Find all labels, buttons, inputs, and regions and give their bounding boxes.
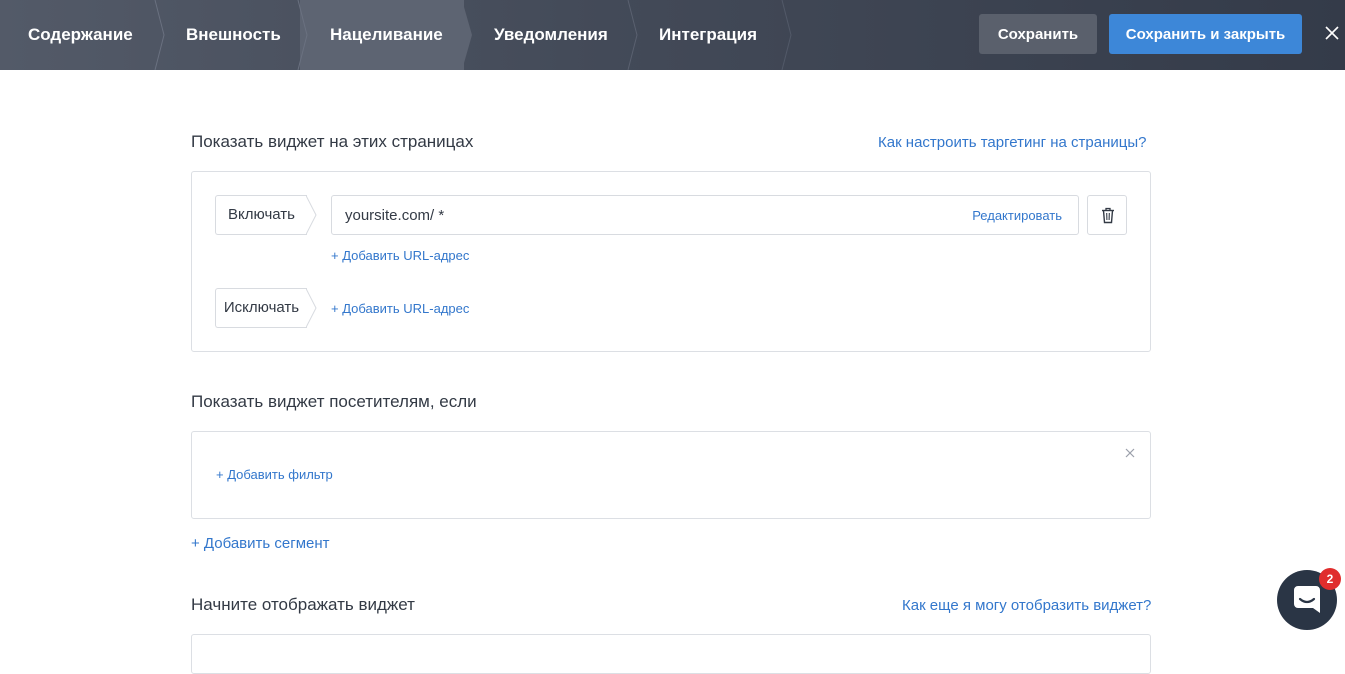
display-section-title: Начните отображать виджет	[191, 595, 415, 615]
tag-arrow-icon	[306, 288, 317, 328]
chat-notification-badge: 2	[1319, 568, 1341, 590]
close-icon[interactable]	[1321, 22, 1343, 44]
step-targeting[interactable]: Нацеливание	[330, 0, 460, 70]
include-label: Включать	[228, 206, 295, 223]
exclude-tag: Исключать	[215, 288, 307, 328]
wizard-steps: Содержание Внешность Нацеливание Уведомл…	[0, 0, 800, 70]
exclude-add-url-link[interactable]: + Добавить URL-адрес	[331, 301, 469, 316]
page-targeting-help-link[interactable]: Как настроить таргетинг на страницы?	[878, 134, 1147, 151]
include-url-value: yoursite.com/ *	[345, 207, 444, 224]
top-bar: Содержание Внешность Нацеливание Уведомл…	[0, 0, 1345, 70]
visitors-filter-panel	[191, 431, 1151, 519]
step-appearance[interactable]: Внешность	[186, 0, 296, 70]
exclude-label: Исключать	[224, 299, 299, 316]
include-tag: Включать	[215, 195, 307, 235]
save-and-close-button[interactable]: Сохранить и закрыть	[1109, 14, 1302, 54]
visitors-section-title: Показать виджет посетителям, если	[191, 392, 477, 412]
chat-icon	[1292, 584, 1322, 616]
pages-section-title: Показать виджет на этих страницах	[191, 132, 473, 152]
delete-url-button[interactable]	[1087, 195, 1127, 235]
edit-url-link[interactable]: Редактировать	[972, 208, 1062, 223]
include-url-field[interactable]: yoursite.com/ * Редактировать	[331, 195, 1079, 235]
tag-arrow-icon	[306, 195, 317, 235]
include-add-url-link[interactable]: + Добавить URL-адрес	[331, 248, 469, 263]
step-notifications[interactable]: Уведомления	[494, 0, 624, 70]
step-content[interactable]: Содержание	[28, 0, 158, 70]
trash-icon	[1101, 207, 1115, 224]
remove-segment-icon[interactable]	[1124, 447, 1136, 459]
add-segment-link[interactable]: + Добавить сегмент	[191, 535, 330, 552]
display-help-link[interactable]: Как еще я могу отобразить виджет?	[902, 597, 1151, 614]
display-panel	[191, 634, 1151, 674]
step-label: Внешность	[186, 0, 281, 70]
step-label: Нацеливание	[330, 0, 443, 70]
add-filter-link[interactable]: + Добавить фильтр	[216, 467, 333, 482]
step-separator-icon	[627, 0, 639, 70]
step-label: Содержание	[28, 0, 133, 70]
step-separator-icon	[781, 0, 793, 70]
step-integration[interactable]: Интеграция	[659, 0, 779, 70]
step-label: Интеграция	[659, 0, 757, 70]
save-button[interactable]: Сохранить	[979, 14, 1097, 54]
step-label: Уведомления	[494, 0, 608, 70]
